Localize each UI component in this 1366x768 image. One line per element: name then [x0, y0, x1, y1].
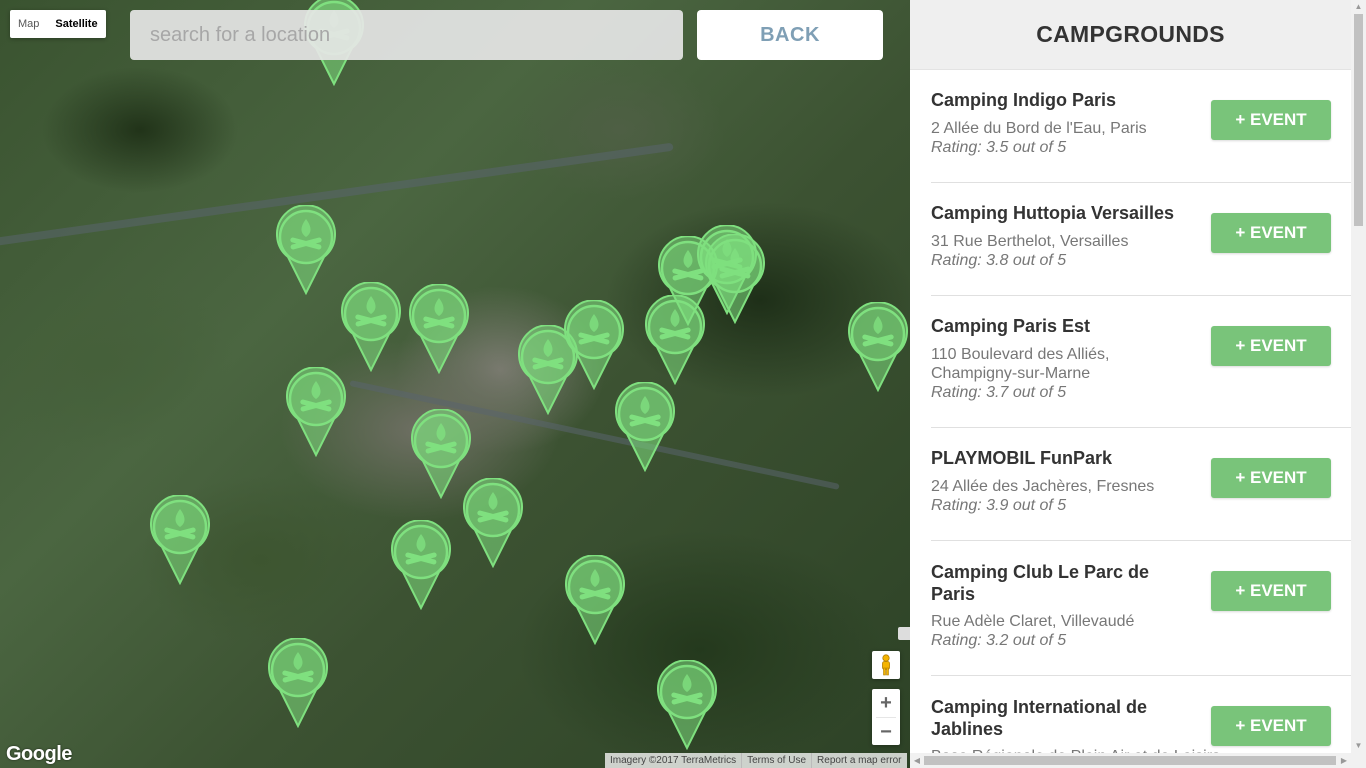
zoom-out-button[interactable]: − — [872, 718, 900, 746]
campfire-marker-icon[interactable] — [411, 409, 471, 499]
add-event-button[interactable]: + EVENT — [1211, 213, 1331, 253]
campfire-marker-icon[interactable] — [341, 282, 401, 372]
campfire-marker-icon[interactable] — [150, 495, 210, 585]
add-event-button[interactable]: + EVENT — [1211, 100, 1331, 140]
zoom-in-button[interactable]: + — [872, 689, 900, 717]
campground-name[interactable]: Camping Club Le Parc de Paris — [931, 561, 1161, 605]
campground-item: Camping Indigo Paris 2 Allée du Bord de … — [931, 70, 1351, 183]
map-attribution: Imagery ©2017 TerraMetrics Terms of Use … — [605, 753, 907, 768]
campground-name[interactable]: Camping International de Jablines — [931, 696, 1161, 740]
campground-name[interactable]: PLAYMOBIL FunPark — [931, 447, 1176, 469]
map[interactable]: Map Satellite BACK + − Google Imagery ©2… — [0, 0, 910, 768]
horizontal-scrollbar[interactable]: ◀ ▶ — [910, 753, 1351, 768]
horizontal-scroll-thumb[interactable] — [924, 756, 1336, 765]
campfire-marker-icon[interactable] — [565, 555, 625, 645]
campfire-marker-icon[interactable] — [268, 638, 328, 728]
campfire-marker-icon[interactable] — [463, 478, 523, 568]
campground-rating: Rating: 3.5 out of 5 — [931, 139, 1067, 156]
add-event-button[interactable]: + EVENT — [1211, 458, 1331, 498]
report-map-error-link[interactable]: Report a map error — [811, 753, 906, 768]
campground-address: 2 Allée du Bord de l'Eau, Paris — [931, 120, 1147, 137]
campground-item: PLAYMOBIL FunPark 24 Allée des Jachères,… — [931, 428, 1351, 541]
street-view-pegman-icon[interactable] — [872, 651, 900, 679]
campgrounds-sidebar: CAMPGROUNDS Camping Indigo Paris 2 Allée… — [910, 0, 1366, 768]
campground-address: Rue Adèle Claret, Villevaudé — [931, 613, 1135, 630]
campground-rating: Rating: 3.7 out of 5 — [931, 384, 1067, 401]
vertical-scrollbar[interactable]: ▲ ▼ — [1351, 0, 1366, 768]
imagery-credit: Imagery ©2017 TerraMetrics — [610, 755, 737, 766]
map-type-satellite-button[interactable]: Satellite — [47, 10, 105, 38]
zoom-control: + − — [872, 689, 900, 745]
add-event-button[interactable]: + EVENT — [1211, 571, 1331, 611]
campground-list: Camping Indigo Paris 2 Allée du Bord de … — [931, 70, 1351, 768]
campground-item: Camping Club Le Parc de Paris Rue Adèle … — [931, 541, 1351, 676]
add-event-button[interactable]: + EVENT — [1211, 326, 1331, 366]
campfire-marker-icon[interactable] — [615, 382, 675, 472]
campground-rating: Rating: 3.8 out of 5 — [931, 252, 1067, 269]
campground-item: Camping Paris Est 110 Boulevard des Alli… — [931, 296, 1351, 428]
campground-name[interactable]: Camping Indigo Paris — [931, 89, 1176, 111]
campground-address: 110 Boulevard des Alliés, Champigny-sur-… — [931, 346, 1110, 382]
campground-item: Camping Huttopia Versailles 31 Rue Berth… — [931, 183, 1351, 296]
campground-rating: Rating: 3.2 out of 5 — [931, 632, 1067, 649]
terms-of-use-link[interactable]: Terms of Use — [741, 753, 811, 768]
campfire-marker-icon[interactable] — [848, 302, 908, 392]
campfire-marker-icon[interactable] — [409, 284, 469, 374]
vertical-scroll-thumb[interactable] — [1354, 14, 1363, 226]
river — [0, 142, 674, 248]
campfire-marker-icon[interactable] — [276, 205, 336, 295]
scroll-left-icon[interactable]: ◀ — [910, 753, 924, 768]
map-type-map-button[interactable]: Map — [10, 10, 47, 38]
scroll-right-icon[interactable]: ▶ — [1337, 753, 1351, 768]
map-type-control: Map Satellite — [10, 10, 106, 38]
campground-name[interactable]: Camping Paris Est — [931, 315, 1176, 337]
scroll-down-icon[interactable]: ▼ — [1351, 739, 1366, 753]
search-input[interactable] — [130, 10, 683, 60]
back-button[interactable]: BACK — [697, 10, 883, 60]
campground-name[interactable]: Camping Huttopia Versailles — [931, 202, 1176, 224]
campfire-marker-icon[interactable] — [286, 367, 346, 457]
add-event-button[interactable]: + EVENT — [1211, 706, 1331, 746]
campfire-marker-icon[interactable] — [705, 234, 765, 324]
map-side-tab[interactable] — [898, 627, 910, 640]
sidebar-title: CAMPGROUNDS — [910, 0, 1351, 70]
google-logo: Google — [6, 743, 72, 765]
campfire-marker-icon[interactable] — [564, 300, 624, 390]
campfire-marker-icon[interactable] — [391, 520, 451, 610]
campground-address: 31 Rue Berthelot, Versailles — [931, 233, 1129, 250]
campfire-marker-icon[interactable] — [657, 660, 717, 750]
campground-address: 24 Allée des Jachères, Fresnes — [931, 478, 1155, 495]
scroll-up-icon[interactable]: ▲ — [1351, 0, 1366, 14]
campground-rating: Rating: 3.9 out of 5 — [931, 497, 1067, 514]
